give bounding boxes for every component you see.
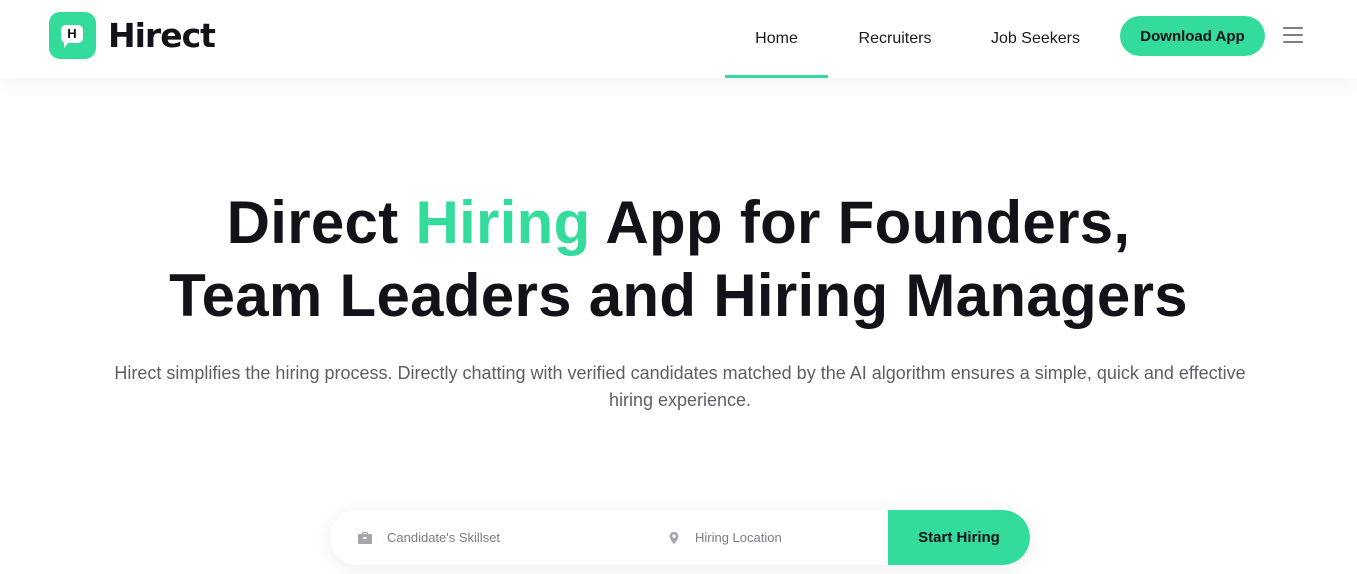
location-pin-icon: [669, 531, 679, 544]
chat-bubble-icon: H: [61, 25, 83, 48]
hero-title: Direct Hiring App for Founders, Team Lea…: [0, 186, 1357, 332]
briefcase-icon: [358, 531, 372, 544]
hiring-search-bar: Start Hiring: [330, 510, 1030, 565]
start-hiring-button[interactable]: Start Hiring: [888, 510, 1030, 565]
brand-name: Hirect: [108, 16, 216, 55]
hamburger-menu-icon[interactable]: [1283, 27, 1303, 45]
skillset-field: [357, 510, 657, 565]
hero-title-line2: Team Leaders and Hiring Managers: [169, 262, 1188, 329]
hero-title-accent: Hiring: [415, 189, 591, 256]
site-header: H Hirect Home Recruiters Job Seekers Dow…: [0, 0, 1357, 78]
nav-home[interactable]: Home: [725, 0, 828, 78]
logo-mark-letter: H: [67, 26, 77, 41]
skillset-input[interactable]: [387, 530, 607, 545]
hero-subtitle: Hirect simplifies the hiring process. Di…: [114, 363, 1246, 410]
download-app-button[interactable]: Download App: [1120, 16, 1265, 56]
hero-title-part2: App for Founders,: [590, 189, 1131, 256]
hirect-logo[interactable]: H Hirect: [49, 12, 216, 59]
nav-job-seekers[interactable]: Job Seekers: [978, 0, 1093, 78]
hero-title-part1: Direct: [226, 189, 416, 256]
nav-recruiters[interactable]: Recruiters: [845, 0, 945, 78]
location-field: [667, 510, 887, 565]
location-input[interactable]: [694, 530, 887, 545]
hirect-logo-icon: H: [49, 12, 96, 59]
